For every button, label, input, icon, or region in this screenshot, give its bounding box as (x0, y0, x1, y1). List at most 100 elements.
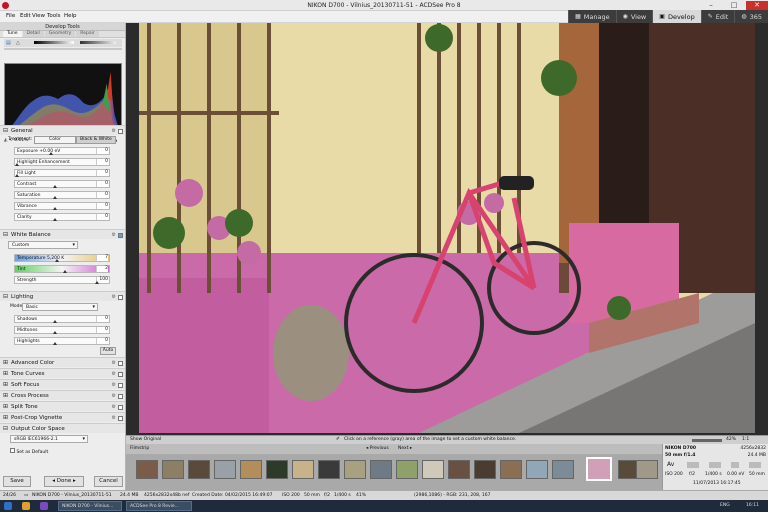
mode-365[interactable]: ◍ 365 (734, 10, 768, 23)
menu-view[interactable]: View (32, 13, 45, 19)
filmstrip-thumb[interactable] (448, 460, 470, 479)
section-white-balance[interactable]: ⊟ White Balance ⚙ (0, 229, 125, 239)
tint-slider[interactable]: Tint 2 (14, 265, 110, 273)
temperature-spin[interactable]: 7 (96, 255, 108, 261)
next-arrow-icon[interactable]: ▸ (73, 478, 76, 484)
temperature-slider[interactable]: Temperature 5,200 K7 (14, 254, 110, 262)
filmstrip-thumb[interactable] (422, 460, 444, 479)
gear-icon[interactable]: ⚙ (112, 369, 116, 379)
task-browser-window[interactable]: ACDSee Pro 8 Revie... (126, 501, 192, 511)
section-lighting[interactable]: ⊟ Lighting ⚙ (0, 291, 125, 302)
filmstrip-thumb[interactable] (500, 460, 522, 479)
maximize-button[interactable]: □ (723, 1, 745, 10)
contrast-value[interactable]: 0 (96, 181, 108, 187)
tab-geometry[interactable]: Geometry (44, 31, 76, 37)
warning-icon[interactable]: △ (16, 40, 20, 46)
filmstrip-thumb[interactable] (552, 460, 574, 479)
histogram-icon[interactable]: ▤ (6, 40, 11, 46)
midtones-value[interactable]: 0 (96, 327, 108, 333)
filmstrip-previous[interactable]: ◂ Previous (366, 446, 389, 451)
tab-tune[interactable]: Tune (3, 31, 22, 37)
highlight-enhancement-slider[interactable]: Highlight Enhancement 0 (14, 158, 110, 166)
slider-knob[interactable] (63, 270, 67, 273)
filmstrip-thumb[interactable] (292, 460, 314, 479)
section-checkbox[interactable] (118, 361, 123, 366)
slider-knob[interactable] (53, 185, 57, 188)
gear-icon[interactable]: ⚙ (112, 380, 116, 390)
mode-develop[interactable]: ▣ Develop (652, 10, 701, 23)
section-post-crop-vignette[interactable]: ⊞ Post-Crop Vignette ⚙ (0, 412, 125, 423)
section-checkbox[interactable] (118, 383, 123, 388)
zoom-value[interactable]: 42% (726, 437, 736, 442)
saturation-value[interactable]: 0 (96, 192, 108, 198)
filmstrip-thumb[interactable] (188, 460, 210, 479)
wb-preset-dropdown[interactable]: Custom (8, 241, 78, 249)
menu-tools[interactable]: Tools (47, 13, 61, 19)
menu-file[interactable]: File (6, 13, 15, 19)
task-acdsee-window[interactable]: NIKON D700 - Vilnius... (58, 501, 122, 511)
filmstrip-thumb[interactable] (318, 460, 340, 479)
app-pin-icon[interactable] (40, 502, 48, 510)
fill-light-slider[interactable]: Fill Light 0 (14, 169, 110, 177)
mode-manage[interactable]: ▦ Manage (568, 10, 616, 23)
gear-icon[interactable]: ⚙ (112, 402, 116, 412)
filmstrip-thumb[interactable] (240, 460, 262, 479)
exposure-spin[interactable]: 0 (96, 148, 108, 154)
filmstrip-thumb[interactable] (136, 460, 158, 479)
section-tone-curves[interactable]: ⊞ Tone Curves ⚙ (0, 368, 125, 379)
clarity-value[interactable]: 0 (96, 214, 108, 220)
section-checkbox[interactable] (118, 372, 123, 377)
treatment-color-button[interactable]: Color (34, 136, 76, 144)
treatment-bw-button[interactable]: Black & White (76, 136, 116, 144)
vibrance-slider[interactable]: Vibrance 0 (14, 202, 110, 210)
slider-knob[interactable] (49, 152, 53, 155)
slider-knob[interactable] (55, 259, 59, 262)
shadows-value[interactable]: 0 (96, 316, 108, 322)
highlights-slider[interactable]: Highlights 0 (14, 337, 110, 345)
filmstrip-thumb[interactable] (474, 460, 496, 479)
set-default-checkbox[interactable] (10, 448, 15, 453)
mode-edit[interactable]: ✎ Edit (700, 10, 735, 23)
filmstrip-next[interactable]: Next ▸ (398, 446, 412, 451)
tint-value[interactable]: 2 (96, 266, 108, 272)
filmstrip-thumb[interactable] (266, 460, 288, 479)
exposure-slider[interactable]: Exposure +0.00 eV 0 (14, 147, 110, 155)
close-button[interactable]: ✕ (746, 1, 768, 10)
slider-knob[interactable] (53, 331, 57, 334)
highlights-value[interactable]: 0 (96, 338, 108, 344)
clarity-slider[interactable]: Clarity 0 (14, 213, 110, 221)
shadows-slider[interactable]: Shadows 0 (14, 315, 110, 323)
filmstrip-thumb-selected[interactable] (586, 457, 612, 481)
contrast-slider[interactable]: Contrast 0 (14, 180, 110, 188)
gear-icon[interactable]: ⚙ (112, 292, 116, 302)
gear-icon[interactable]: ⚙ (112, 413, 116, 423)
filmstrip-thumb[interactable] (526, 460, 548, 479)
done-button[interactable]: ◂ Done ▸ (44, 476, 84, 487)
explorer-icon[interactable] (22, 502, 30, 510)
section-checkbox[interactable] (118, 416, 123, 421)
language-indicator[interactable]: ENG (720, 503, 730, 508)
mode-view[interactable]: ◉ View (615, 10, 653, 23)
section-split-tone[interactable]: ⊞ Split Tone ⚙ (0, 401, 125, 412)
photo-preview[interactable] (139, 23, 755, 433)
slider-knob[interactable] (53, 218, 57, 221)
slider-knob[interactable] (53, 196, 57, 199)
menu-help[interactable]: Help (64, 13, 77, 19)
slider-knob[interactable] (15, 174, 19, 177)
start-icon[interactable] (4, 502, 12, 510)
show-original-button[interactable]: Show Original (130, 437, 161, 442)
strength-slider[interactable]: Strength 100 (14, 276, 110, 284)
section-advanced-color[interactable]: ⊞ Advanced Color ⚙ (0, 357, 125, 367)
tab-repair[interactable]: Repair (76, 31, 99, 37)
filmstrip-thumb[interactable] (636, 460, 658, 479)
slider-knob[interactable] (53, 207, 57, 210)
prev-arrow-icon[interactable]: ◂ (52, 478, 55, 484)
lighting-mode-dropdown[interactable]: Basic (22, 303, 98, 311)
section-wb-checkbox[interactable] (118, 233, 123, 238)
vibrance-value[interactable]: 0 (96, 203, 108, 209)
section-output-color-space[interactable]: ⊟ Output Color Space (0, 423, 125, 433)
save-button[interactable]: Save (3, 476, 31, 487)
section-general-checkbox[interactable] (118, 129, 123, 134)
filmstrip-thumb[interactable] (370, 460, 392, 479)
gear-icon[interactable]: ⚙ (112, 126, 116, 136)
